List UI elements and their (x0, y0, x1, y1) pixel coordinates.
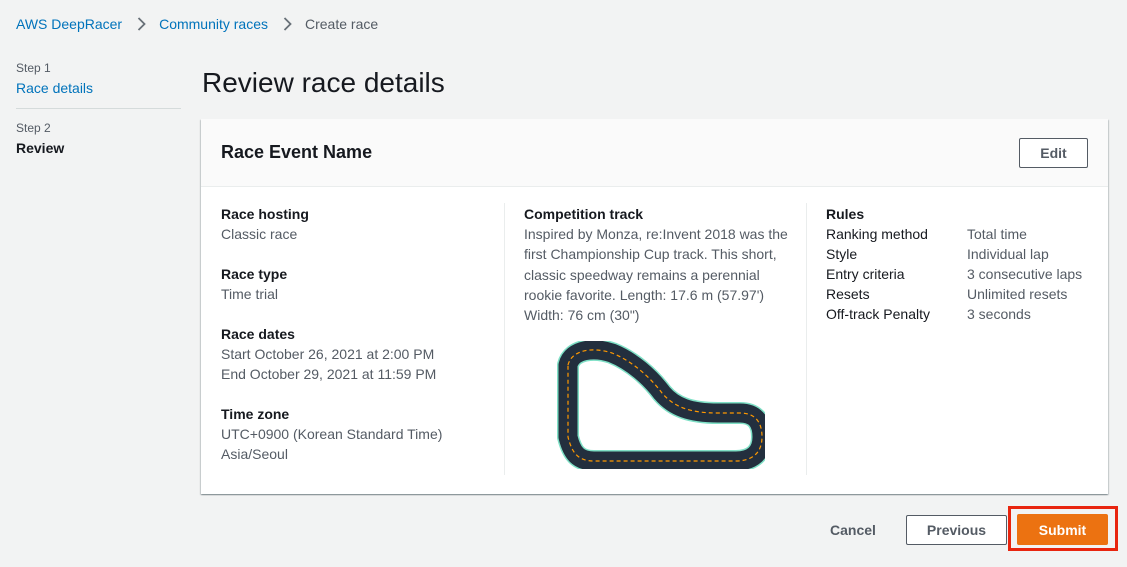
rule-key: Style (826, 246, 858, 262)
column-divider (504, 203, 505, 475)
rule-key: Entry criteria (826, 266, 905, 282)
breadcrumb-current: Create race (305, 16, 379, 32)
step-number: Step 1 (16, 61, 51, 75)
edit-button[interactable]: Edit (1019, 138, 1088, 168)
rules-column: Rules Ranking method Total time Style In… (826, 204, 1096, 324)
chevron-right-icon (283, 17, 292, 31)
step-review-current: Review (16, 140, 65, 156)
column-divider (806, 203, 807, 475)
breadcrumb: AWS DeepRacer Community races Create rac… (16, 14, 378, 34)
submit-button[interactable]: Submit (1017, 514, 1108, 545)
breadcrumb-community-races[interactable]: Community races (159, 16, 268, 32)
step-race-details-link[interactable]: Race details (16, 78, 181, 98)
rule-value: 3 consecutive laps (967, 266, 1083, 282)
time-zone: Time zone UTC+0900 (Korean Standard Time… (221, 404, 501, 464)
race-details-container: Race Event Name Edit Race hosting Classi… (201, 119, 1108, 494)
race-end-date: End October 29, 2021 at 11:59 PM (221, 366, 437, 382)
race-hosting-value: Classic race (221, 226, 298, 242)
competition-track-description: Inspired by Monza, re:Invent 2018 was th… (524, 226, 788, 324)
rule-value: Total time (967, 226, 1027, 242)
rule-value: Unlimited resets (967, 286, 1068, 302)
breadcrumb-aws-deepracer[interactable]: AWS DeepRacer (16, 16, 122, 32)
rules-list: Ranking method Total time Style Individu… (826, 224, 1096, 324)
rule-row: Resets Unlimited resets (826, 284, 1096, 304)
rule-row: Off-track Penalty 3 seconds (826, 304, 1096, 324)
time-zone-offset: UTC+0900 (Korean Standard Time) (221, 426, 443, 442)
time-zone-region: Asia/Seoul (221, 446, 288, 462)
wizard-steps: Step 1 Race details Step 2 Review (16, 60, 181, 168)
competition-track-column: Competition track Inspired by Monza, re:… (524, 204, 789, 469)
competition-track-label: Competition track (524, 206, 644, 222)
rule-value: Individual lap (967, 246, 1049, 262)
track-map (557, 341, 765, 469)
rule-value: 3 seconds (967, 306, 1031, 322)
race-type: Race type Time trial (221, 264, 501, 304)
race-type-label: Race type (221, 266, 288, 282)
race-type-value: Time trial (221, 286, 279, 302)
time-zone-label: Time zone (221, 406, 290, 422)
page-title: Review race details (202, 67, 445, 98)
race-dates: Race dates Start October 26, 2021 at 2:0… (221, 324, 501, 384)
rules-label: Rules (826, 206, 865, 222)
rule-key: Resets (826, 286, 870, 302)
rule-key: Ranking method (826, 226, 928, 242)
race-info-column: Race hosting Classic race Race type Time… (221, 204, 501, 484)
previous-button[interactable]: Previous (906, 515, 1007, 545)
race-hosting: Race hosting Classic race (221, 204, 501, 244)
step-divider (16, 108, 181, 109)
cancel-button[interactable]: Cancel (819, 515, 887, 545)
rule-row: Style Individual lap (826, 244, 1096, 264)
step-number: Step 2 (16, 121, 51, 135)
chevron-right-icon (137, 17, 146, 31)
race-hosting-label: Race hosting (221, 206, 309, 222)
rule-row: Entry criteria 3 consecutive laps (826, 264, 1096, 284)
rule-key: Off-track Penalty (826, 306, 931, 322)
race-dates-label: Race dates (221, 326, 295, 342)
step-2: Step 2 Review (16, 120, 181, 168)
race-event-name: Race Event Name (221, 142, 373, 162)
rule-row: Ranking method Total time (826, 224, 1096, 244)
race-start-date: Start October 26, 2021 at 2:00 PM (221, 346, 435, 362)
step-1: Step 1 Race details (16, 60, 181, 108)
container-header: Race Event Name Edit (201, 119, 1108, 187)
